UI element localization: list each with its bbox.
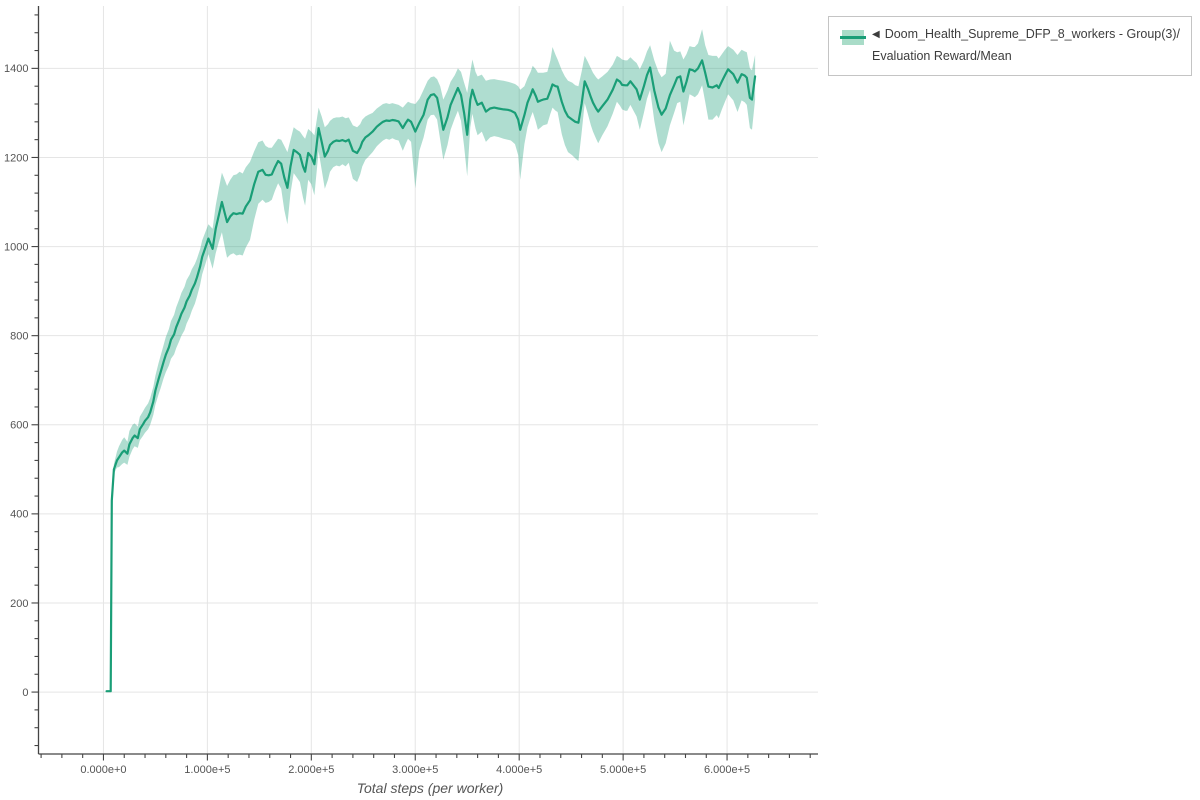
svg-text:2.000e+5: 2.000e+5 — [288, 764, 334, 776]
legend-entry[interactable]: ◀Doom_Health_Supreme_DFP_8_workers - Gro… — [828, 16, 1192, 76]
svg-text:400: 400 — [10, 509, 28, 521]
legend-series-label: Doom_Health_Supreme_DFP_8_workers - Grou… — [872, 27, 1180, 63]
mean-line — [107, 60, 756, 691]
chart-canvas[interactable]: 0.000e+0 1.000e+5 2.000e+5 3.000e+5 4.000e+5… — [0, 0, 1200, 800]
svg-text:1200: 1200 — [4, 152, 28, 164]
svg-text:600: 600 — [10, 420, 28, 432]
svg-text:0.000e+0: 0.000e+0 — [80, 764, 126, 776]
svg-text:1.000e+5: 1.000e+5 — [184, 764, 230, 776]
series-color-swatch — [840, 30, 866, 45]
svg-text:1400: 1400 — [4, 63, 28, 75]
svg-text:3.000e+5: 3.000e+5 — [392, 764, 438, 776]
svg-text:5.000e+5: 5.000e+5 — [600, 764, 646, 776]
svg-text:6.000e+5: 6.000e+5 — [704, 764, 750, 776]
confidence-band — [107, 29, 756, 691]
page: 0.000e+0 1.000e+5 2.000e+5 3.000e+5 4.000e+5… — [0, 0, 1200, 800]
svg-text:0: 0 — [22, 687, 28, 699]
svg-text:4.000e+5: 4.000e+5 — [496, 764, 542, 776]
legend-label-wrap: ◀Doom_Health_Supreme_DFP_8_workers - Gro… — [872, 24, 1182, 67]
legend-collapse-icon[interactable]: ◀ — [872, 29, 880, 40]
mean-line-swatch — [840, 36, 866, 39]
svg-text:1000: 1000 — [4, 241, 28, 253]
x-axis-title: Total steps (per worker) — [357, 780, 504, 796]
svg-text:800: 800 — [10, 330, 28, 342]
axis-tick-labels: 0.000e+0 1.000e+5 2.000e+5 3.000e+5 4.000e+5… — [4, 63, 750, 776]
svg-text:200: 200 — [10, 598, 28, 610]
